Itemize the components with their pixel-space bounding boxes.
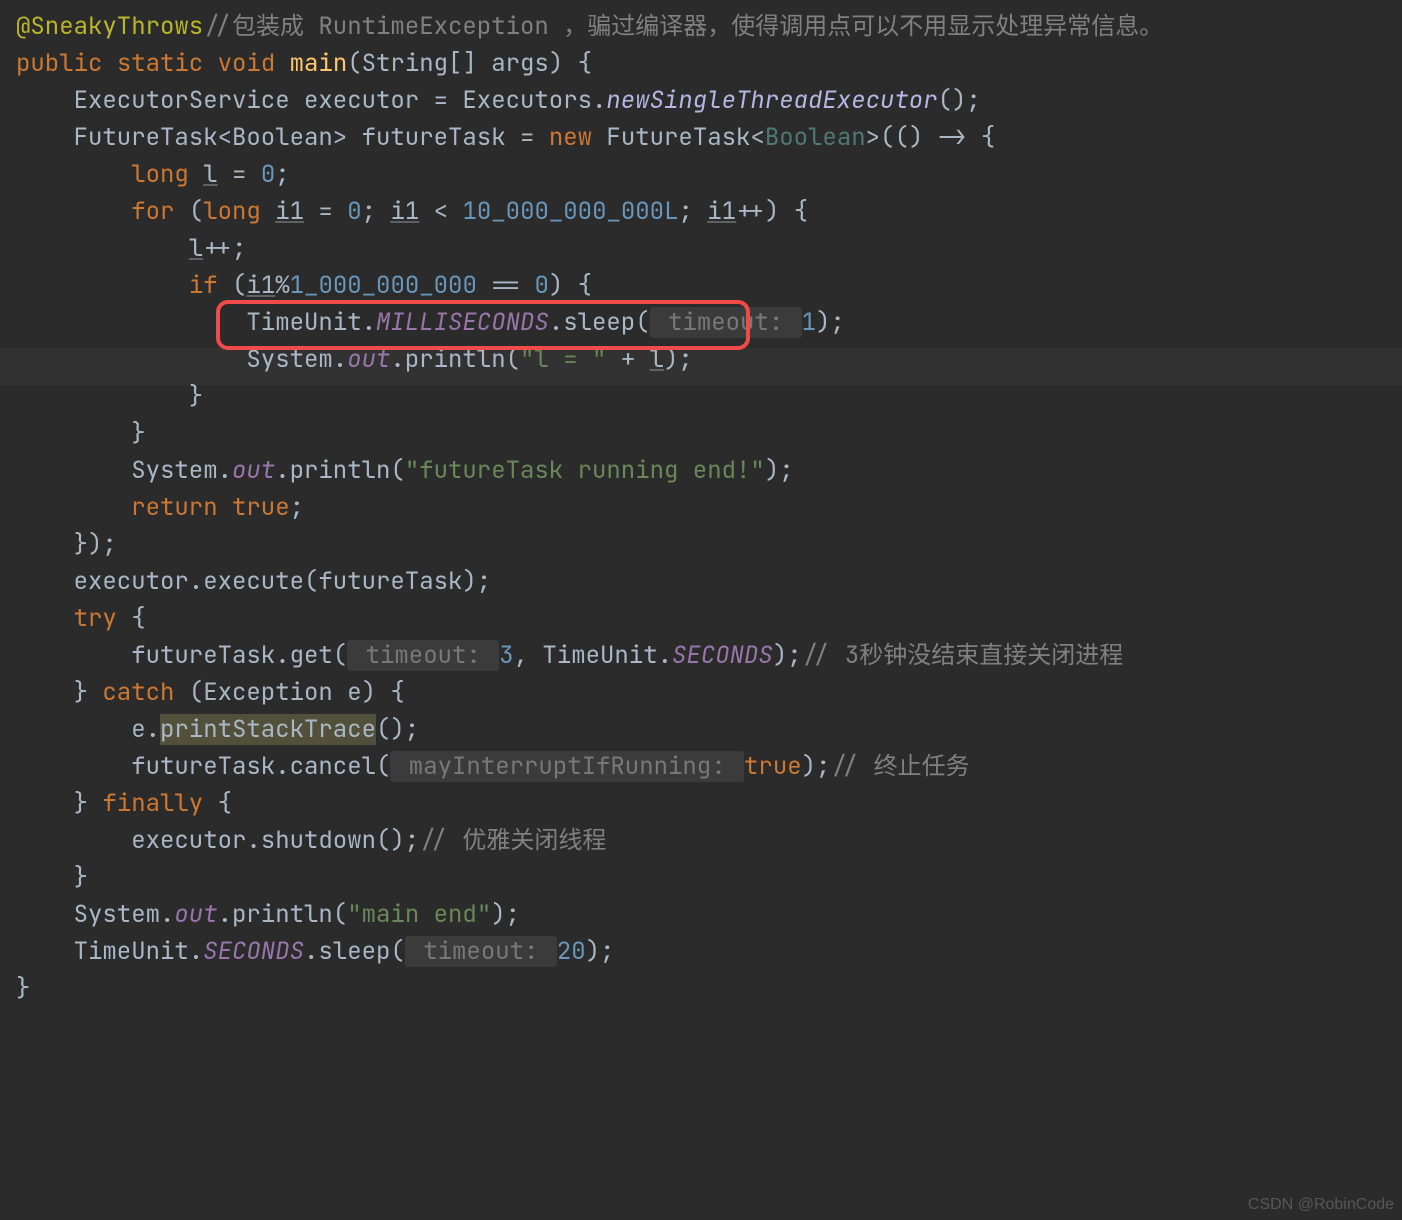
code-content: @SneakyThrows//包装成 RuntimeException ，骗过编… [0, 0, 1402, 1007]
parameter-hint: timeout: [650, 307, 802, 338]
annotation: @SneakyThrows [16, 11, 203, 42]
parameter-hint: timeout: [405, 936, 557, 967]
method-name: main [290, 48, 348, 79]
code-editor[interactable]: @SneakyThrows//包装成 RuntimeException ，骗过编… [0, 0, 1402, 1007]
parameter-hint: mayInterruptIfRunning: [390, 751, 744, 782]
comment: //包装成 RuntimeException ，骗过编译器，使得调用点可以不用显… [203, 11, 1163, 42]
parameter-hint: timeout: [347, 640, 499, 671]
watermark: CSDN @RobinCode [1248, 1196, 1394, 1214]
